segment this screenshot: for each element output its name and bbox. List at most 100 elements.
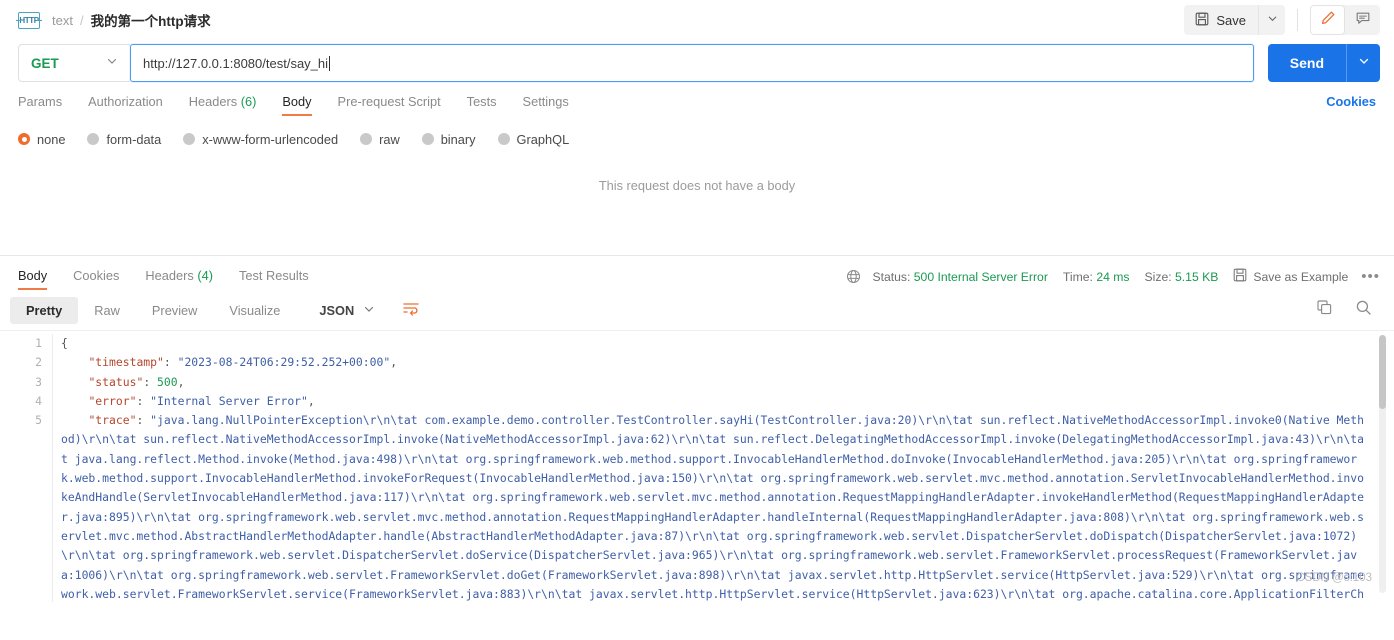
scrollbar-thumb[interactable] [1379, 335, 1386, 409]
response-tab-label: Body [18, 268, 48, 283]
response-body-viewer[interactable]: 1 2 3 4 5 { "timestamp": "2023-08-24T06:29:5… [0, 330, 1394, 602]
response-tab-body[interactable]: Body [18, 268, 48, 290]
tab-headers[interactable]: Headers (6) [189, 94, 257, 116]
floppy-disk-icon [1233, 268, 1247, 285]
body-type-x-www-form-urlencoded[interactable]: x-www-form-urlencoded [183, 132, 338, 147]
word-wrap-icon [402, 300, 420, 321]
response-tab-headers[interactable]: Headers (4) [145, 268, 213, 290]
code-line: "trace": "java.lang.NullPointerException… [61, 411, 1370, 602]
body-type-label: none [37, 131, 66, 147]
response-json-code[interactable]: { "timestamp": "2023-08-24T06:29:52.252+… [52, 334, 1394, 602]
tab-tests[interactable]: Tests [467, 94, 497, 116]
ellipsis-icon[interactable]: ••• [1361, 269, 1380, 284]
response-header: Body Cookies Headers (4) Test Results Statu… [0, 256, 1394, 290]
json-value: "2023-08-24T06:29:52.252+00:00" [177, 355, 391, 370]
status-badge: Status: 500 Internal Server Error [872, 269, 1048, 284]
view-mode-raw[interactable]: Raw [78, 297, 136, 324]
code-line: "error": "Internal Server Error", [61, 393, 315, 408]
radio-icon[interactable] [87, 133, 100, 145]
response-tab-test-results[interactable]: Test Results [239, 268, 309, 290]
body-type-label: raw [379, 131, 400, 147]
tab-params[interactable]: Params [18, 94, 62, 116]
response-status-bar: Status: 500 Internal Server Error Time: … [846, 268, 1380, 290]
chevron-down-icon [363, 303, 375, 318]
empty-body-message: This request does not have a body [598, 178, 796, 193]
json-value: 500 [157, 374, 178, 389]
copy-button[interactable] [1316, 299, 1333, 321]
response-size: Size: 5.15 KB [1144, 269, 1219, 284]
tab-label: Authorization [88, 94, 163, 109]
edit-mode-button[interactable] [1310, 5, 1345, 35]
radio-icon[interactable] [183, 133, 196, 145]
tab-authorization[interactable]: Authorization [88, 94, 163, 116]
chevron-down-icon [1267, 11, 1278, 29]
view-mode-group: Pretty Raw Preview Visualize [10, 296, 296, 324]
save-button[interactable]: Save [1184, 5, 1258, 35]
save-dropdown-button[interactable] [1258, 5, 1285, 35]
code-line: "timestamp": "2023-08-24T06:29:52.252+00… [61, 355, 398, 370]
response-tab-cookies[interactable]: Cookies [73, 268, 119, 290]
send-button[interactable]: Send [1267, 44, 1346, 82]
toolbar-divider [1297, 9, 1298, 31]
response-time: Time: 24 ms [1062, 269, 1130, 284]
body-type-raw[interactable]: raw [360, 132, 400, 147]
save-label: Save [1216, 12, 1246, 28]
tab-body[interactable]: Body [282, 94, 312, 116]
breadcrumb-separator: / [79, 12, 84, 28]
breadcrumb-collection[interactable]: text [52, 13, 73, 28]
url-input[interactable]: http://127.0.0.1:8080/test/say_hi [130, 44, 1254, 82]
response-tool-actions [1316, 299, 1380, 321]
view-mode-pretty[interactable]: Pretty [10, 296, 79, 324]
page-title: 我的第一个http请求 [90, 14, 211, 29]
size-value: 5.15 KB [1175, 269, 1219, 284]
json-value: "Internal Server Error" [150, 393, 308, 408]
body-type-label: GraphQL [516, 131, 570, 147]
body-type-label: x-www-form-urlencoded [202, 131, 339, 147]
line-number: 5 [35, 413, 42, 428]
body-type-binary[interactable]: binary [421, 131, 476, 147]
radio-icon[interactable] [360, 133, 373, 145]
send-group: Send [1267, 44, 1380, 82]
http-protocol-icon: HTTP [16, 11, 42, 29]
url-row: GET http://127.0.0.1:8080/test/say_hi Se… [0, 40, 1394, 86]
radio-icon[interactable] [18, 133, 30, 145]
search-button[interactable] [1355, 299, 1372, 321]
response-tab-label: Test Results [238, 268, 309, 283]
globe-icon [846, 269, 861, 284]
radio-icon[interactable] [421, 133, 434, 145]
code-line: "status": 500, [61, 374, 185, 389]
json-key: "status" [61, 374, 144, 389]
body-type-graphql[interactable]: GraphQL [497, 131, 570, 147]
tab-label: Pre-request Script [337, 94, 441, 109]
method-select[interactable]: GET [18, 44, 130, 82]
save-as-example-button[interactable]: Save as Example [1233, 268, 1348, 285]
tab-pre-request-script[interactable]: Pre-request Script [338, 94, 441, 116]
comment-icon [1355, 10, 1371, 31]
response-tab-label: Cookies [73, 268, 120, 283]
body-type-label: binary [440, 131, 476, 147]
view-mode-visualize[interactable]: Visualize [213, 297, 296, 324]
body-type-none[interactable]: none [18, 132, 65, 147]
body-type-form-data[interactable]: form-data [87, 132, 161, 147]
chevron-down-icon [1358, 54, 1370, 72]
code-line: { [61, 336, 68, 350]
tab-label: Body [282, 94, 312, 109]
response-tab-label: Headers [145, 268, 194, 283]
time-value: 24 ms [1096, 269, 1130, 284]
tab-settings[interactable]: Settings [523, 94, 569, 116]
word-wrap-button[interactable] [396, 297, 426, 324]
method-label: GET [31, 55, 59, 71]
line-number-gutter: 1 2 3 4 5 [0, 334, 52, 602]
vertical-scrollbar[interactable] [1379, 335, 1386, 593]
view-mode-preview[interactable]: Preview [136, 297, 214, 324]
tab-label: Params [18, 94, 63, 109]
pencil-icon [1320, 10, 1336, 31]
save-group: Save [1184, 5, 1285, 35]
radio-icon[interactable] [497, 133, 510, 145]
save-as-example-label: Save as Example [1253, 269, 1349, 284]
comment-button[interactable] [1345, 5, 1380, 35]
line-number: 4 [35, 393, 42, 408]
cookies-link[interactable]: Cookies [1326, 94, 1376, 116]
send-dropdown-button[interactable] [1346, 44, 1380, 82]
format-select[interactable]: JSON [310, 297, 384, 324]
